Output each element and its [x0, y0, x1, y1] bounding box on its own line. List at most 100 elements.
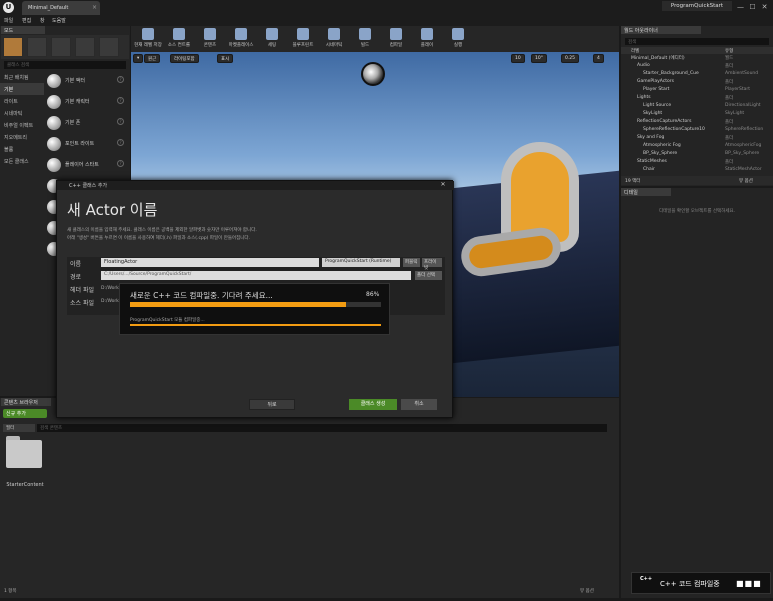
class-name-input[interactable]: FloatingActor [101, 258, 319, 267]
world-outliner-tab[interactable]: 월드 아웃라이너 [621, 26, 701, 34]
view-options-button[interactable]: 뷰 옵션 [739, 178, 753, 184]
content-search-input[interactable]: 검색 콘텐츠 [37, 424, 607, 432]
camera-speed-value[interactable]: 4 [593, 54, 604, 63]
document-tab[interactable]: Minimal_Default [22, 1, 100, 15]
sky-sphere-icon[interactable] [361, 62, 385, 86]
help-icon[interactable]: ? [117, 118, 124, 125]
modes-tab[interactable]: 모드 [1, 26, 45, 34]
toolbar-button[interactable]: 콘텐츠 [197, 27, 223, 51]
foliage-mode-icon[interactable] [75, 37, 95, 57]
type-column-header[interactable]: 유형 [725, 48, 733, 54]
notification-text: C++ 코드 컴파일중 [660, 580, 720, 588]
toolbar-icon [452, 28, 464, 40]
category-item[interactable]: 라이트 [0, 95, 44, 107]
landscape-mode-icon[interactable] [51, 37, 71, 57]
close-tab-icon[interactable]: × [92, 4, 97, 11]
placeable-item[interactable]: 포인트 라이트? [45, 134, 129, 154]
show-button[interactable]: 표시 [217, 54, 234, 63]
outliner-row[interactable]: SphereReflectionCapture10 SphereReflectio… [621, 127, 773, 134]
menu-edit[interactable]: 편집 [22, 17, 31, 24]
toolbar-button[interactable]: 현재 레벨 저장 [134, 27, 162, 51]
folder-icon[interactable] [6, 440, 42, 468]
create-class-button[interactable]: 클래스 생성 [349, 399, 397, 410]
toolbar-button[interactable]: 컴파일 [383, 27, 409, 51]
details-tab[interactable]: 디테일 [621, 188, 671, 196]
outliner-row[interactable]: StaticMeshes 폴더 [621, 159, 773, 166]
private-toggle[interactable]: 프라이빗 [422, 258, 442, 271]
help-icon[interactable]: ? [117, 76, 124, 83]
content-browser-tab[interactable]: 콘텐츠 브라우저 [1, 398, 51, 406]
toolbar-button[interactable]: 세팅 [259, 27, 285, 51]
toolbar-button[interactable]: 소스 컨트롤 [166, 27, 192, 51]
category-item[interactable]: 지오메트리 [0, 131, 44, 143]
path-input[interactable]: C:/Users/.../Source/ProgramQuickStart/ [101, 271, 411, 280]
toolbar-button[interactable]: 빌드 [352, 27, 378, 51]
placeable-item[interactable]: 기본 폰? [45, 113, 129, 133]
back-button[interactable]: 뒤로 [249, 399, 295, 410]
outliner-row[interactable]: Light Source DirectionalLight [621, 103, 773, 110]
scale-snap-value[interactable]: 0.25 [561, 54, 580, 63]
category-item[interactable]: 볼륨 [0, 143, 44, 155]
placeable-item[interactable]: 플레이어 스타트? [45, 155, 129, 175]
outliner-row[interactable]: Minimal_Default (에디터) 월드 [621, 55, 773, 62]
progress-subtask: ProgramQuickStart 모듈 컴파일중... [130, 318, 205, 323]
outliner-row[interactable]: Audio 폴더 [621, 63, 773, 70]
cancel-button[interactable]: 취소 [401, 399, 437, 410]
chair-mesh[interactable] [458, 142, 591, 292]
grid-snap-value[interactable]: 10 [511, 54, 525, 63]
outliner-row[interactable]: GamePlayActors 폴더 [621, 79, 773, 86]
help-icon[interactable]: ? [117, 139, 124, 146]
menu-help[interactable]: 도움말 [52, 17, 66, 24]
outliner-row[interactable]: Lights 폴더 [621, 95, 773, 102]
filters-button[interactable]: 필터 [3, 424, 35, 432]
help-icon[interactable]: ? [117, 160, 124, 167]
outliner-item-name: Light Source [643, 103, 672, 108]
category-item[interactable]: 최근 배치됨 [0, 71, 44, 83]
close-window-button[interactable]: ✕ [759, 2, 770, 12]
toolbar-button[interactable]: 블루프린트 [290, 27, 316, 51]
outliner-search-input[interactable]: 검색 [625, 38, 769, 45]
outliner-row[interactable]: Starter_Background_Cue AmbientSound [621, 71, 773, 78]
paint-mode-icon[interactable] [27, 37, 47, 57]
outliner-row[interactable]: Sky and Fog 폴더 [621, 135, 773, 142]
geometry-mode-icon[interactable] [99, 37, 119, 57]
outliner-row[interactable]: Atmospheric Fog AtmosphericFog [621, 143, 773, 150]
minimize-button[interactable]: — [735, 2, 746, 12]
maximize-button[interactable]: ☐ [747, 2, 758, 12]
toolbar-button[interactable]: 마켓플레이스 [228, 27, 254, 51]
toolbar-button[interactable]: 플레이 [414, 27, 440, 51]
toolbar-button[interactable]: 실행 [445, 27, 471, 51]
outliner-row[interactable]: BP_Sky_Sphere BP_Sky_Sphere [621, 151, 773, 158]
viewport-menu-button[interactable]: ▾ [133, 54, 144, 63]
category-item[interactable]: 비주얼 이펙트 [0, 119, 44, 131]
class-search-input[interactable]: 클래스 검색 [4, 61, 126, 69]
category-item[interactable]: 시네마틱 [0, 107, 44, 119]
menu-file[interactable]: 파일 [4, 17, 13, 24]
placeable-item[interactable]: 기본 캐릭터? [45, 92, 129, 112]
folder-label[interactable]: StarterContent [0, 482, 50, 488]
label-column-header[interactable]: 라벨 [631, 48, 639, 54]
module-select[interactable]: ProgramQuickStart (Runtime) [322, 258, 400, 267]
add-new-button[interactable]: 신규 추가 [3, 409, 47, 418]
perspective-button[interactable]: 원근 [144, 54, 161, 63]
placeable-item[interactable]: 기본 액터? [45, 71, 129, 91]
toolbar-button[interactable]: 시네마틱 [321, 27, 347, 51]
choose-folder-button[interactable]: 폴더 선택 [415, 271, 442, 280]
category-item[interactable]: 모든 클래스 [0, 155, 44, 167]
cb-view-options-button[interactable]: 뷰 옵션 [580, 588, 594, 594]
lit-button[interactable]: 라이팅포함 [170, 54, 199, 63]
outliner-row[interactable]: ReflectionCaptureActors 폴더 [621, 119, 773, 126]
menu-window[interactable]: 창 [40, 17, 45, 24]
placeable-label: 포인트 라이트 [65, 141, 95, 147]
outliner-row[interactable]: SkyLight SkyLight [621, 111, 773, 118]
place-mode-icon[interactable] [3, 37, 23, 57]
category-item[interactable]: 기본 [0, 83, 44, 95]
public-toggle[interactable]: 퍼블릭 [403, 258, 420, 267]
rotation-snap-value[interactable]: 10° [531, 54, 547, 63]
help-icon[interactable]: ? [117, 97, 124, 104]
outliner-row[interactable]: Chair StaticMeshActor [621, 167, 773, 174]
dialog-close-button[interactable]: ✕ [437, 181, 449, 189]
outliner-row[interactable]: Player Start PlayerStart [621, 87, 773, 94]
outliner-item-name: Minimal_Default (에디터) [631, 56, 685, 61]
unreal-logo-icon: U [3, 2, 14, 13]
